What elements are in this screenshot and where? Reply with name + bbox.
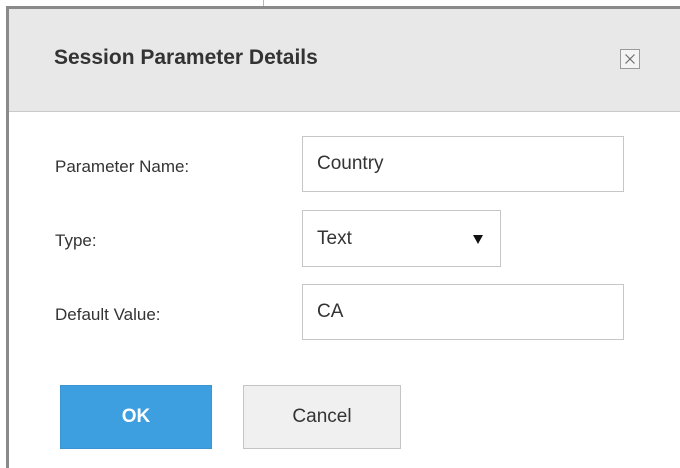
ok-button[interactable]: OK [60,385,212,449]
cancel-button[interactable]: Cancel [243,385,401,449]
default-value-input[interactable] [302,284,624,340]
default-value-label: Default Value: [55,305,161,324]
session-parameter-dialog: Session Parameter Details Parameter Name… [6,6,680,468]
type-select-value: Text [317,228,352,249]
dropdown-arrow-icon [473,235,483,244]
dialog-header: Session Parameter Details [9,9,680,112]
parameter-name-input[interactable] [302,136,624,192]
close-button[interactable] [620,49,640,69]
type-label: Type: [55,231,97,250]
close-icon [625,54,635,64]
dialog-title: Session Parameter Details [54,46,318,69]
type-select[interactable]: Text [302,210,501,267]
parameter-name-label: Parameter Name: [55,157,190,176]
